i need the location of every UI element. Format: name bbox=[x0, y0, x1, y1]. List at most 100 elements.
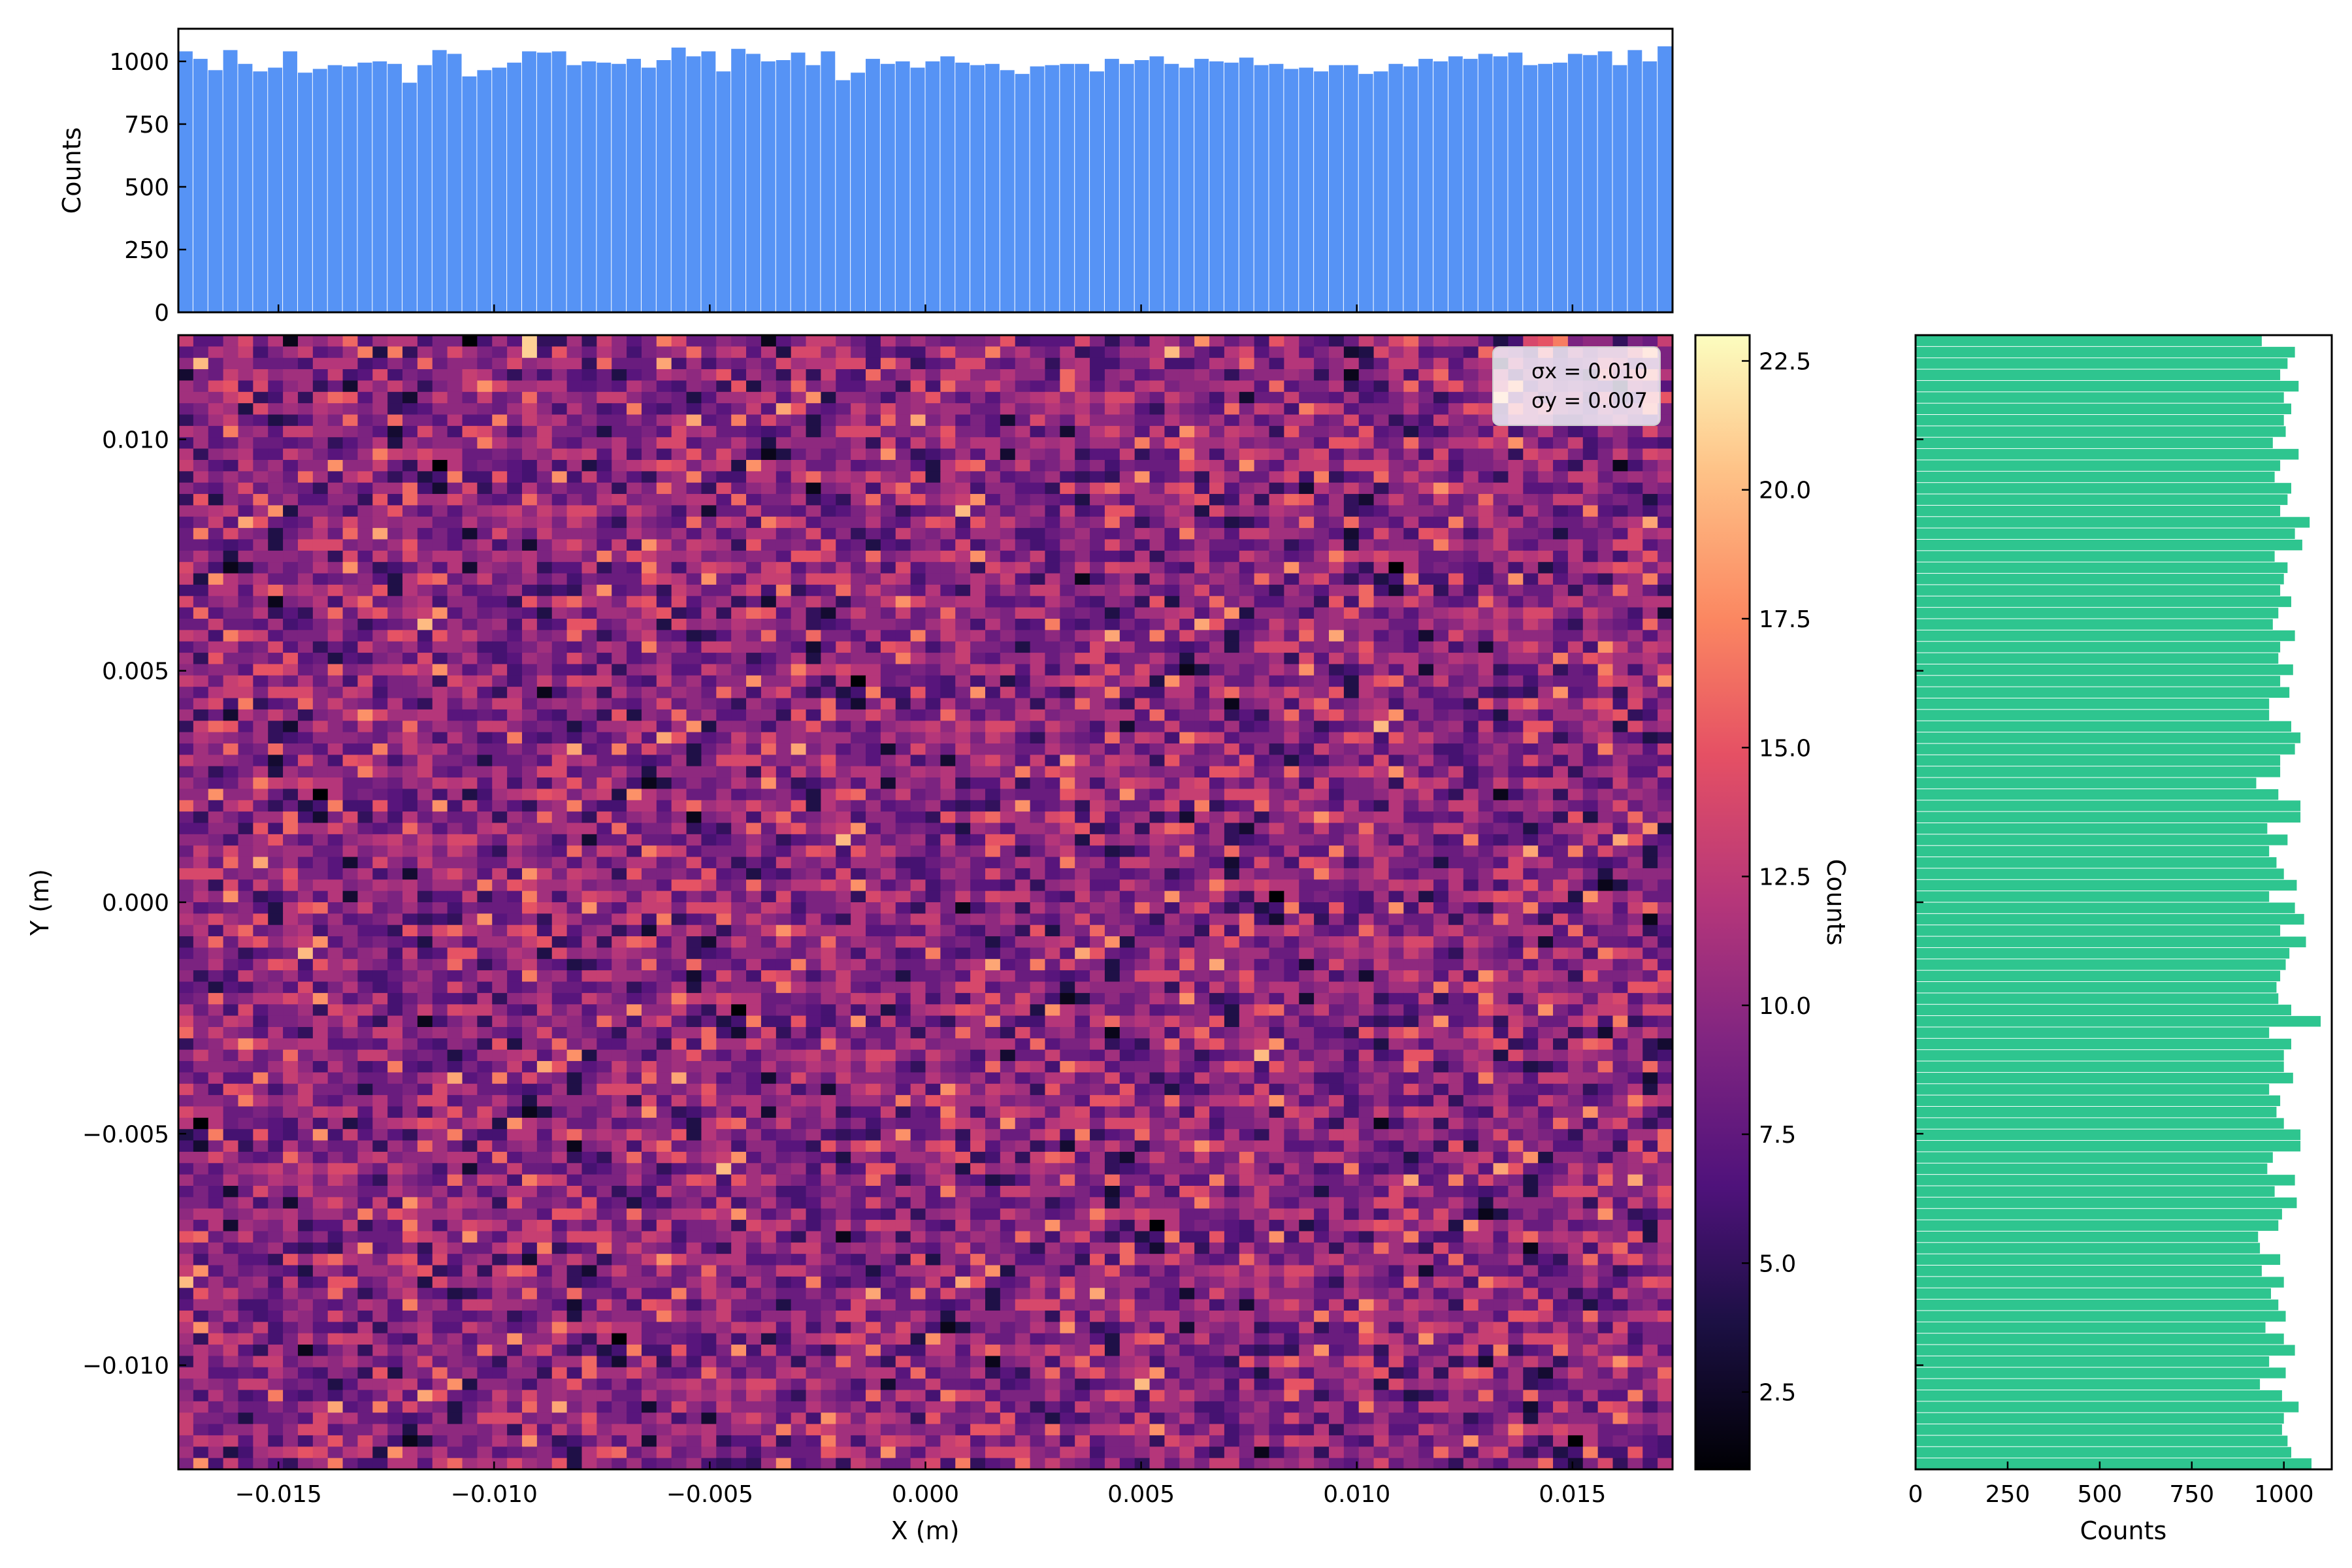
heatmap-cell bbox=[492, 528, 508, 540]
heatmap-cell bbox=[641, 346, 657, 359]
heatmap-cell bbox=[686, 380, 702, 393]
heatmap-cell bbox=[1224, 800, 1240, 812]
heatmap-cell bbox=[746, 698, 762, 710]
heatmap-cell bbox=[925, 380, 941, 393]
heatmap-cell bbox=[1269, 630, 1284, 642]
heatmap-cell bbox=[297, 369, 314, 382]
heatmap-cell bbox=[851, 641, 866, 653]
heatmap-cell bbox=[522, 346, 538, 359]
heatmap-cell bbox=[1314, 789, 1330, 801]
heatmap-cell bbox=[1045, 471, 1060, 483]
heatmap-cell bbox=[1015, 505, 1031, 517]
heatmap-cell bbox=[312, 437, 329, 449]
heatmap-cell bbox=[462, 550, 478, 563]
heatmap-cell bbox=[1448, 505, 1464, 517]
heatmap-cell bbox=[641, 414, 657, 427]
heatmap-cell bbox=[656, 823, 672, 835]
heatmap-cell bbox=[1224, 403, 1240, 416]
heatmap-cell bbox=[1328, 868, 1345, 880]
heatmap-cell bbox=[970, 459, 986, 472]
top-histogram: 02505007501000 Counts bbox=[57, 27, 1674, 327]
heatmap-cell bbox=[1134, 709, 1151, 721]
heatmap-cell bbox=[1224, 346, 1240, 359]
heatmap-cell bbox=[1567, 653, 1584, 665]
heatmap-cell bbox=[1000, 471, 1016, 483]
heatmap-cell bbox=[671, 789, 687, 801]
heatmap-cell bbox=[791, 380, 807, 393]
heatmap-cell bbox=[566, 528, 583, 540]
heatmap-cell bbox=[1030, 550, 1046, 563]
heatmap-cell bbox=[1030, 414, 1046, 427]
heatmap-cell bbox=[716, 391, 732, 404]
heatmap-cell bbox=[357, 505, 373, 517]
heatmap-cell bbox=[1508, 494, 1524, 506]
heatmap-cell bbox=[477, 584, 493, 596]
heatmap-cell bbox=[477, 380, 493, 393]
heatmap-cell bbox=[1149, 845, 1166, 858]
heatmap-cell bbox=[985, 357, 1001, 370]
heatmap-cell bbox=[1284, 687, 1299, 699]
heatmap-cell bbox=[746, 459, 762, 472]
heatmap-cell bbox=[970, 811, 986, 824]
heatmap-cell bbox=[910, 619, 926, 630]
heatmap-cell bbox=[402, 471, 418, 483]
heatmap-cell bbox=[566, 539, 583, 551]
heatmap-cell bbox=[1418, 823, 1434, 835]
heatmap-cell bbox=[1015, 539, 1031, 551]
heatmap-cell bbox=[1658, 584, 1673, 596]
heatmap-cell bbox=[596, 539, 612, 551]
heatmap-cell bbox=[387, 369, 403, 382]
heatmap-cell bbox=[1164, 516, 1180, 529]
heatmap-cell bbox=[1284, 709, 1299, 721]
heatmap-cell bbox=[612, 698, 627, 710]
heatmap-cell bbox=[1314, 641, 1330, 653]
heatmap-cell bbox=[1612, 619, 1628, 630]
heatmap-cell bbox=[641, 459, 657, 472]
heatmap-cell bbox=[297, 516, 314, 529]
heatmap-cell bbox=[866, 641, 881, 653]
heatmap-cell bbox=[1119, 732, 1135, 744]
heatmap-cell bbox=[462, 675, 478, 687]
heatmap-cell bbox=[402, 800, 418, 812]
heatmap-cell bbox=[1553, 721, 1569, 733]
heatmap-cell bbox=[312, 721, 329, 733]
heatmap-cell bbox=[746, 755, 762, 767]
heatmap-cell bbox=[746, 653, 762, 665]
heatmap-cell bbox=[806, 482, 822, 495]
heatmap-cell bbox=[612, 550, 627, 563]
heatmap-cell bbox=[1090, 664, 1105, 676]
heatmap-cell bbox=[268, 789, 284, 801]
heatmap-cell bbox=[178, 459, 194, 472]
heatmap-cell bbox=[1658, 721, 1673, 733]
heatmap-cell bbox=[1239, 879, 1255, 892]
heatmap-cell bbox=[1508, 448, 1524, 461]
heatmap-cell bbox=[566, 845, 583, 858]
heatmap-cell bbox=[731, 528, 747, 540]
top-histogram-bar bbox=[760, 61, 776, 313]
heatmap-cell bbox=[372, 743, 388, 755]
heatmap-cell bbox=[1000, 721, 1016, 733]
heatmap-cell bbox=[387, 641, 403, 653]
heatmap-cell bbox=[193, 357, 209, 370]
heatmap-cell bbox=[1299, 607, 1315, 619]
heatmap-cell bbox=[387, 346, 403, 359]
heatmap-cell bbox=[387, 653, 403, 665]
heatmap-cell bbox=[1060, 641, 1075, 653]
heatmap-cell bbox=[880, 471, 896, 483]
heatmap-cell bbox=[357, 494, 373, 506]
heatmap-cell bbox=[1239, 335, 1255, 347]
heatmap-cell bbox=[1000, 414, 1016, 427]
heatmap-cell bbox=[1403, 425, 1419, 438]
heatmap-cell bbox=[327, 619, 344, 630]
heatmap-cell bbox=[492, 550, 508, 563]
top-histogram-bar bbox=[581, 61, 596, 313]
heatmap-cell bbox=[1134, 755, 1151, 767]
heatmap-cell bbox=[1612, 425, 1628, 438]
heatmap-cell bbox=[1045, 755, 1060, 767]
heatmap-cell bbox=[1015, 550, 1031, 563]
heatmap-cell bbox=[492, 437, 508, 449]
heatmap-cell bbox=[283, 573, 299, 585]
heatmap-cell bbox=[253, 357, 269, 370]
heatmap-cell bbox=[1299, 482, 1315, 495]
heatmap-cell bbox=[1104, 653, 1120, 665]
